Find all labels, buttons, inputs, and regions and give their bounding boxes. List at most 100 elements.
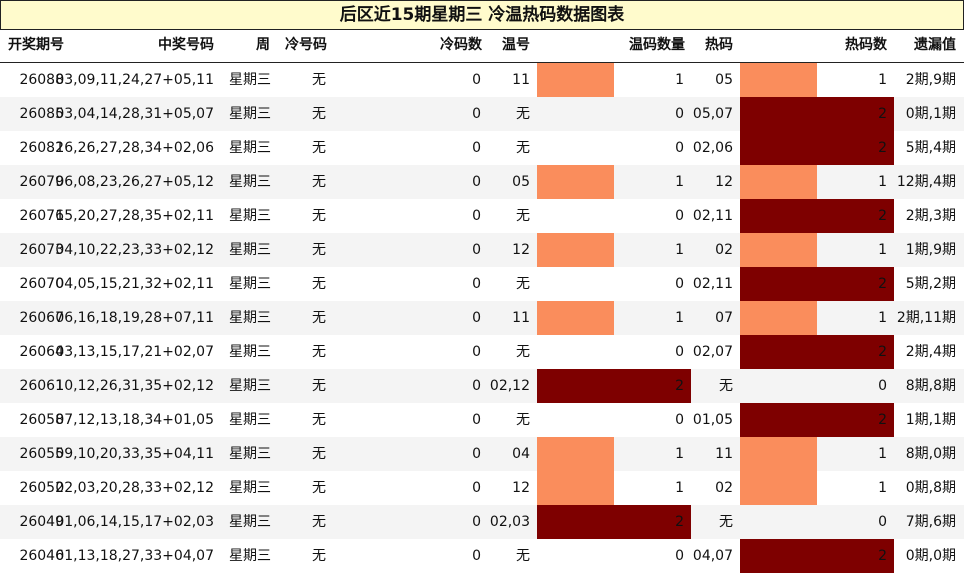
cell-miss: 8期,8期 xyxy=(905,378,956,394)
cell-warm-count: 2 xyxy=(675,514,684,530)
hot-count-bar xyxy=(740,471,817,505)
cell-weekday: 星期三 xyxy=(229,242,271,258)
cell-weekday: 星期三 xyxy=(229,72,271,88)
cell-cold-code: 无 xyxy=(312,446,326,462)
cell-hot-count: 0 xyxy=(878,514,887,530)
cell-warm-count: 0 xyxy=(675,344,684,360)
cell-numbers: 04,05,15,21,32+02,11 xyxy=(55,276,214,292)
cell-cold-code: 无 xyxy=(312,344,326,360)
cell-cold-count: 0 xyxy=(472,548,481,564)
cell-warm-count: 1 xyxy=(675,242,684,258)
cell-numbers: 03,04,14,28,31+05,07 xyxy=(55,106,214,122)
warm-count-bar xyxy=(537,165,614,199)
table-row: 26067 06,16,18,19,28+07,11 星期三无 0 11 1 07 1 2期,1… xyxy=(0,301,964,335)
cell-warm-code: 11 xyxy=(512,310,530,326)
hot-count-bar xyxy=(740,233,817,267)
hot-count-bar xyxy=(740,539,894,573)
cell-cold-code: 无 xyxy=(312,514,326,530)
cell-hot-count: 0 xyxy=(878,378,887,394)
cell-hot-count: 1 xyxy=(878,242,887,258)
cell-cold-code: 无 xyxy=(312,310,326,326)
cell-miss: 1期,9期 xyxy=(905,242,956,258)
cell-numbers: 03,13,15,17,21+02,07 xyxy=(55,344,214,360)
cell-weekday: 星期三 xyxy=(229,446,271,462)
cell-weekday: 星期三 xyxy=(229,276,271,292)
cell-weekday: 星期三 xyxy=(229,412,271,428)
cell-miss: 0期,1期 xyxy=(905,106,956,122)
cell-hot-code: 07 xyxy=(715,310,733,326)
cell-hot-code: 02 xyxy=(715,242,733,258)
cell-warm-count: 1 xyxy=(675,174,684,190)
cell-warm-count: 1 xyxy=(675,480,684,496)
cell-cold-code: 无 xyxy=(312,208,326,224)
cell-cold-count: 0 xyxy=(472,276,481,292)
header-warm-code: 温号 xyxy=(502,37,530,53)
cell-warm-code: 12 xyxy=(512,480,530,496)
cell-warm-code: 无 xyxy=(516,344,530,360)
cell-weekday: 星期三 xyxy=(229,310,271,326)
cell-weekday: 星期三 xyxy=(229,548,271,564)
cell-numbers: 02,03,20,28,33+02,12 xyxy=(55,480,214,496)
cell-warm-count: 2 xyxy=(675,378,684,394)
cell-warm-code: 04 xyxy=(512,446,530,462)
cell-warm-count: 0 xyxy=(675,412,684,428)
cell-numbers: 01,13,18,27,33+04,07 xyxy=(55,548,214,564)
warm-count-bar xyxy=(537,471,614,505)
cell-cold-count: 0 xyxy=(472,446,481,462)
cell-hot-count: 2 xyxy=(878,344,887,360)
cell-hot-count: 2 xyxy=(878,276,887,292)
cell-warm-count: 1 xyxy=(675,310,684,326)
cell-hot-code: 05 xyxy=(715,72,733,88)
table-row: 26049 01,06,14,15,17+02,03 星期三无 0 02,03 2 无 0 7期… xyxy=(0,505,964,539)
cell-hot-code: 12 xyxy=(715,174,733,190)
table-row: 26085 03,04,14,28,31+05,07 星期三无 0 无 0 05,07 2 0期… xyxy=(0,97,964,131)
cell-weekday: 星期三 xyxy=(229,208,271,224)
cell-warm-code: 02,12 xyxy=(489,378,530,394)
cell-weekday: 星期三 xyxy=(229,378,271,394)
header-cold-code: 冷号码 xyxy=(285,37,327,53)
cell-cold-count: 0 xyxy=(472,174,481,190)
cell-hot-code: 无 xyxy=(719,378,733,394)
cell-warm-code: 05 xyxy=(512,174,530,190)
cell-cold-code: 无 xyxy=(312,378,326,394)
cell-cold-count: 0 xyxy=(472,72,481,88)
header-hot-code: 热码 xyxy=(705,37,733,53)
hot-count-bar xyxy=(740,165,817,199)
hot-count-bar xyxy=(740,301,817,335)
cell-warm-count: 0 xyxy=(675,106,684,122)
cell-hot-code: 02 xyxy=(715,480,733,496)
cell-numbers: 01,06,14,15,17+02,03 xyxy=(55,514,214,530)
cell-cold-count: 0 xyxy=(472,344,481,360)
table-row: 26055 09,10,20,33,35+04,11 星期三无 0 04 1 11 1 8期,0… xyxy=(0,437,964,471)
cell-miss: 0期,0期 xyxy=(905,548,956,564)
cell-weekday: 星期三 xyxy=(229,140,271,156)
cell-numbers: 06,08,23,26,27+05,12 xyxy=(55,174,214,190)
cell-hot-code: 11 xyxy=(715,446,733,462)
hot-count-bar xyxy=(740,199,894,233)
cell-warm-code: 02,03 xyxy=(489,514,530,530)
cell-hot-count: 2 xyxy=(878,140,887,156)
cell-cold-count: 0 xyxy=(472,140,481,156)
hot-count-bar xyxy=(740,131,894,165)
cell-cold-code: 无 xyxy=(312,412,326,428)
header-weekday: 周 xyxy=(256,37,270,53)
hot-count-bar xyxy=(740,403,894,437)
cell-cold-code: 无 xyxy=(312,140,326,156)
cell-numbers: 16,26,27,28,34+02,06 xyxy=(55,140,214,156)
hot-count-bar xyxy=(740,335,894,369)
cell-cold-count: 0 xyxy=(472,378,481,394)
cell-hot-count: 2 xyxy=(878,208,887,224)
table-row: 26052 02,03,20,28,33+02,12 星期三无 0 12 1 02 1 0期,8… xyxy=(0,471,964,505)
cell-cold-code: 无 xyxy=(312,174,326,190)
cell-hot-count: 2 xyxy=(878,548,887,564)
cell-warm-code: 无 xyxy=(516,208,530,224)
hot-count-bar xyxy=(740,63,817,97)
cell-numbers: 09,10,20,33,35+04,11 xyxy=(55,446,214,462)
cell-warm-code: 12 xyxy=(512,242,530,258)
cell-cold-count: 0 xyxy=(472,412,481,428)
cell-weekday: 星期三 xyxy=(229,344,271,360)
hot-count-bar xyxy=(740,267,894,301)
cell-warm-count: 0 xyxy=(675,140,684,156)
table-header: 开奖期号 中奖号码 周 冷号码 冷码数 温号 温码数量 热码 热码数 遗漏值 xyxy=(0,29,964,63)
cell-weekday: 星期三 xyxy=(229,480,271,496)
